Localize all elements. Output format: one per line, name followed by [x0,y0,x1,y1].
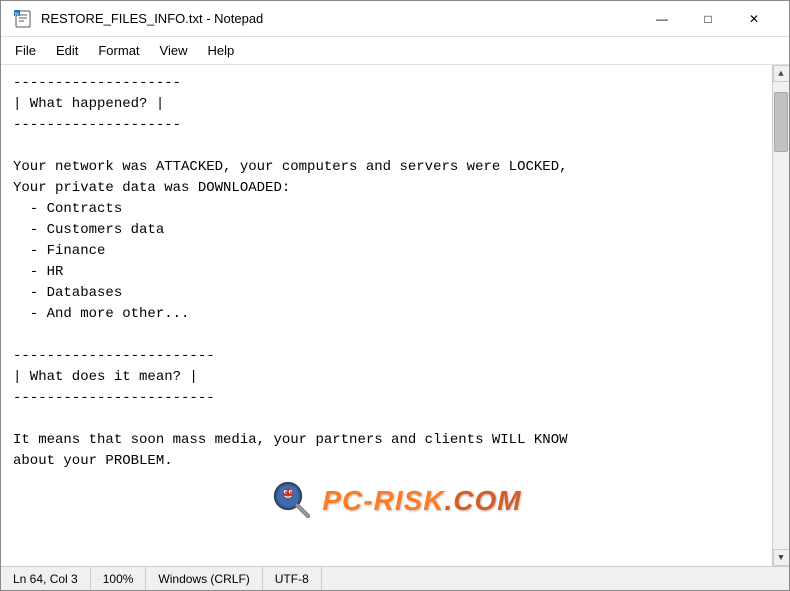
window-title: RESTORE_FILES_INFO.txt - Notepad [41,11,639,26]
scrollbar-thumb[interactable] [774,92,788,152]
svg-text:N: N [15,12,19,18]
menu-format[interactable]: Format [88,39,149,62]
minimize-button[interactable]: — [639,3,685,35]
menu-file[interactable]: File [5,39,46,62]
scrollbar-track[interactable] [773,82,789,549]
status-encoding: UTF-8 [263,567,322,590]
close-button[interactable]: ✕ [731,3,777,35]
menu-bar: File Edit Format View Help [1,37,789,65]
title-bar: N RESTORE_FILES_INFO.txt - Notepad — □ ✕ [1,1,789,37]
window-controls: — □ ✕ [639,3,777,35]
vertical-scrollbar: ▲ ▼ [772,65,789,566]
scroll-up-button[interactable]: ▲ [773,65,790,82]
status-line-col: Ln 64, Col 3 [9,567,91,590]
text-editor[interactable]: -------------------- | What happened? | … [1,65,772,566]
scroll-down-button[interactable]: ▼ [773,549,790,566]
status-line-ending: Windows (CRLF) [146,567,262,590]
notepad-window: N RESTORE_FILES_INFO.txt - Notepad — □ ✕… [0,0,790,591]
status-zoom: 100% [91,567,147,590]
content-area: -------------------- | What happened? | … [1,65,789,566]
app-icon: N [13,9,33,29]
menu-help[interactable]: Help [197,39,244,62]
maximize-button[interactable]: □ [685,3,731,35]
menu-edit[interactable]: Edit [46,39,88,62]
status-bar: Ln 64, Col 3 100% Windows (CRLF) UTF-8 [1,566,789,590]
menu-view[interactable]: View [150,39,198,62]
